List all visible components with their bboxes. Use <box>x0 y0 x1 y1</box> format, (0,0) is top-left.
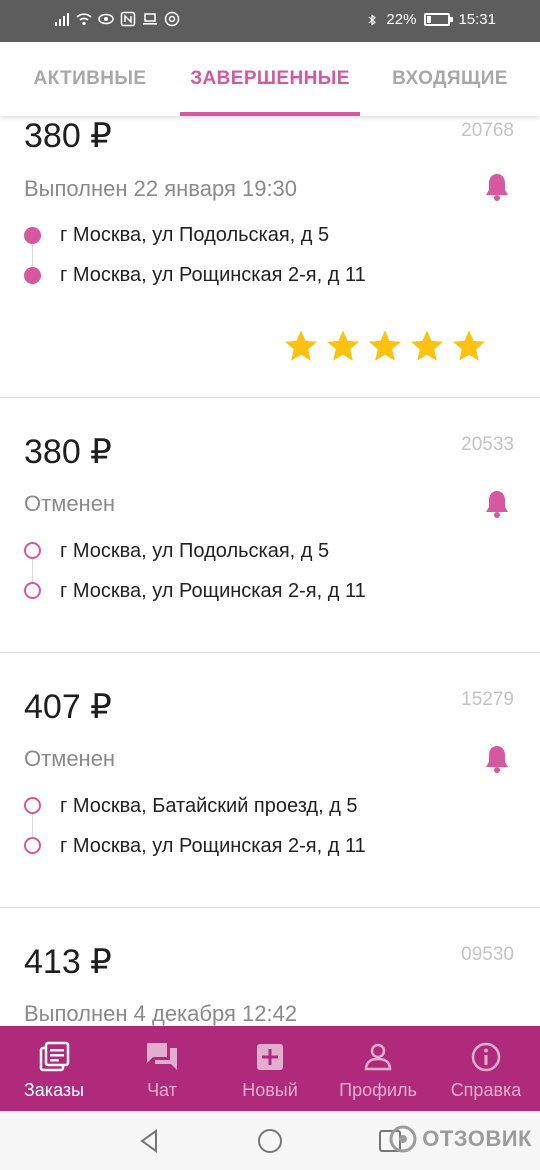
tab-active-orders[interactable]: АКТИВНЫЕ <box>0 42 180 116</box>
bottom-navigation: Заказы Чат Новый Профиль Справка <box>0 1026 540 1111</box>
tab-completed-orders[interactable]: ЗАВЕРШЕННЫЕ <box>180 42 360 116</box>
route-from: г Москва, ул Подольская, д 5 <box>60 540 330 562</box>
wifi-icon <box>76 13 92 26</box>
order-price: 380 ₽ <box>24 117 112 155</box>
route-to: г Москва, ул Рощинская 2-я, д 11 <box>60 264 366 286</box>
back-icon[interactable] <box>136 1127 164 1155</box>
laptop-icon <box>143 13 157 25</box>
battery-percent: 22% <box>386 11 417 28</box>
route-end-dot <box>24 582 41 599</box>
bell-icon[interactable] <box>484 489 510 519</box>
order-status: Отменен <box>24 491 116 516</box>
profile-icon <box>364 1043 392 1071</box>
bell-icon[interactable] <box>484 744 510 774</box>
route-start-dot <box>24 797 41 814</box>
eye-icon <box>98 13 114 25</box>
watermark-text: ОТЗОВИК <box>422 1126 532 1151</box>
star-icon <box>284 330 318 361</box>
star-icon <box>368 330 402 361</box>
otzovik-logo-icon <box>389 1125 417 1153</box>
route-to: г Москва, ул Рощинская 2-я, д 11 <box>60 835 366 857</box>
nav-new-order[interactable]: Новый <box>216 1026 324 1111</box>
order-card[interactable]: 380 ₽ 20768 Выполнен 22 января 19:30 г М… <box>0 116 540 398</box>
at-icon <box>164 11 180 27</box>
nav-profile-label: Профиль <box>339 1080 417 1100</box>
route-end-dot <box>24 837 41 854</box>
info-icon <box>471 1042 501 1072</box>
star-icon <box>410 330 444 361</box>
route-from: г Москва, ул Подольская, д 5 <box>60 224 330 246</box>
tab-incoming-orders[interactable]: ВХОДЯЩИЕ <box>360 42 540 116</box>
nav-help-label: Справка <box>450 1080 522 1100</box>
nav-profile[interactable]: Профиль <box>324 1026 432 1111</box>
plus-box-icon <box>257 1044 283 1070</box>
nav-new-label: Новый <box>242 1080 298 1100</box>
order-card[interactable]: 407 ₽ 15279 Отменен г Москва, Батайский … <box>0 653 540 908</box>
star-icon <box>452 330 486 361</box>
status-bar: 22% 15:31 <box>0 0 540 42</box>
order-price: 407 ₽ <box>24 688 112 726</box>
order-id: 20533 <box>461 434 514 455</box>
signal-icon <box>55 13 69 26</box>
order-price: 380 ₽ <box>24 433 112 471</box>
nav-help[interactable]: Справка <box>432 1026 540 1111</box>
home-icon[interactable] <box>256 1127 284 1155</box>
orders-icon <box>39 1041 70 1072</box>
nav-chat-label: Чат <box>147 1080 177 1100</box>
clock: 15:31 <box>458 11 496 28</box>
chat-icon <box>147 1043 177 1070</box>
status-left-icons <box>54 11 180 27</box>
nav-orders[interactable]: Заказы <box>0 1026 108 1111</box>
bluetooth-icon <box>369 13 377 26</box>
order-status: Выполнен 4 декабря 12:42 <box>24 1001 298 1026</box>
route-start-dot <box>24 542 41 559</box>
route-end-dot <box>24 267 41 284</box>
nav-chat[interactable]: Чат <box>108 1026 216 1111</box>
order-card[interactable]: 413 ₽ 09530 Выполнен 4 декабря 12:42 <box>0 908 540 1026</box>
nfc-icon <box>120 11 136 27</box>
route-to: г Москва, ул Рощинская 2-я, д 11 <box>60 580 366 602</box>
bell-icon[interactable] <box>484 172 510 202</box>
order-rating <box>282 328 488 364</box>
order-card[interactable]: 380 ₽ 20533 Отменен г Москва, ул Подольс… <box>0 398 540 653</box>
star-icon <box>326 330 360 361</box>
orders-tabs: АКТИВНЫЕ ЗАВЕРШЕННЫЕ ВХОДЯЩИЕ <box>0 42 540 116</box>
route-from: г Москва, Батайский проезд, д 5 <box>60 795 358 817</box>
order-status: Отменен <box>24 746 116 771</box>
orders-list[interactable]: 380 ₽ 20768 Выполнен 22 января 19:30 г М… <box>0 116 540 1026</box>
order-id: 09530 <box>461 944 514 965</box>
active-tab-indicator <box>180 112 360 116</box>
order-price: 413 ₽ <box>24 943 112 981</box>
order-id: 15279 <box>461 689 514 710</box>
route-start-dot <box>24 227 41 244</box>
watermark: ОТЗОВИК <box>388 1124 532 1154</box>
battery-icon <box>424 13 454 26</box>
order-status: Выполнен 22 января 19:30 <box>24 176 298 201</box>
status-right: 22% 15:31 <box>366 11 496 28</box>
order-id: 20768 <box>461 120 514 141</box>
nav-orders-label: Заказы <box>23 1080 85 1100</box>
